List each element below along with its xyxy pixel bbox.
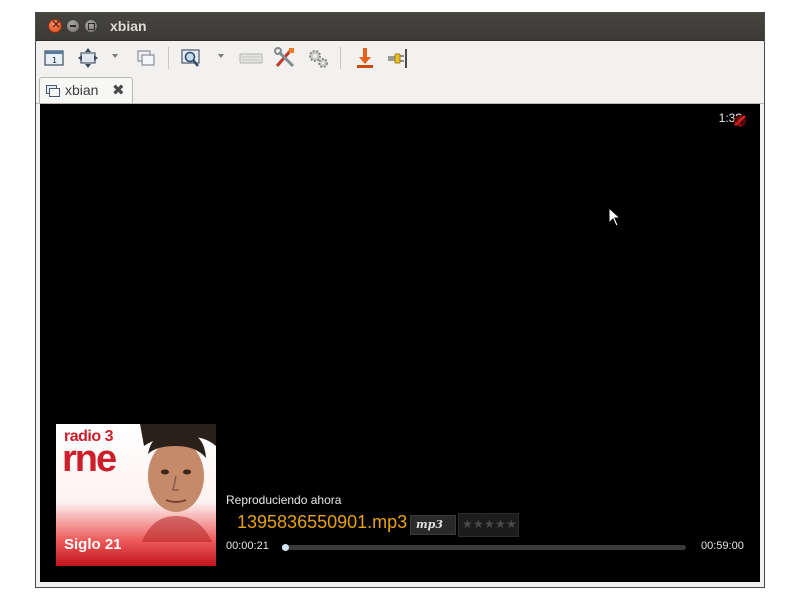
rating-star-icon: ★ [484,517,495,531]
remote-display[interactable]: 1:3? radio 3 rne Siglo 21 Reproduciendo … [40,104,760,582]
artist-photo [140,424,216,542]
remote-viewer-window: xbian 1 [35,12,765,588]
tools-icon[interactable] [273,46,297,70]
toolbar: 1 [36,41,764,75]
zoom-icon[interactable] [179,46,203,70]
disconnect-icon[interactable] [385,46,409,70]
minimize-window-button[interactable] [66,19,80,33]
network-disconnected-icon [734,115,746,127]
svg-text:1: 1 [52,56,57,65]
total-time: 00:59:00 [701,540,744,552]
tab-bar: xbian ✖ [36,75,764,104]
now-playing-label: Reproduciendo ahora [226,493,342,507]
windows-icon[interactable] [134,46,158,70]
mouse-cursor-icon [608,207,622,227]
keyboard-icon[interactable] [239,46,263,70]
tab-xbian[interactable]: xbian ✖ [39,77,133,103]
screen-1-icon[interactable]: 1 [42,46,66,70]
zoom-dropdown-arrow[interactable] [218,54,224,58]
track-title: 1395836550901.mp3 [237,512,408,532]
codec-label: mp3 [416,518,443,531]
rating-star-icon: ★ [462,517,473,531]
rating-stars: ★ ★ ★ ★ ★ [458,513,519,537]
maximize-window-button[interactable] [84,19,98,33]
close-window-button[interactable] [48,17,62,33]
toolbar-separator [340,47,341,69]
album-cover: radio 3 rne Siglo 21 [56,424,216,566]
progress-bar[interactable] [282,544,686,551]
scale-dropdown-arrow[interactable] [112,54,118,58]
tab-label: xbian [65,82,99,98]
rating-star-icon: ★ [495,517,506,531]
title-bar[interactable]: xbian [36,13,764,41]
download-icon[interactable] [353,46,377,70]
window-title: xbian [110,18,147,34]
scale-icon[interactable] [76,46,100,70]
tab-close-icon[interactable]: ✖ [112,81,125,99]
settings-icon[interactable] [306,46,330,70]
codec-badge: mp3 [410,515,456,535]
brand-rne: rne [62,438,117,480]
display-icon [46,85,60,97]
rating-star-icon: ★ [473,517,484,531]
progress-knob[interactable] [282,544,289,551]
rating-star-icon: ★ [506,517,517,531]
elapsed-time: 00:00:21 [226,540,269,552]
toolbar-separator [168,47,169,69]
show-title: Siglo 21 [64,536,122,553]
